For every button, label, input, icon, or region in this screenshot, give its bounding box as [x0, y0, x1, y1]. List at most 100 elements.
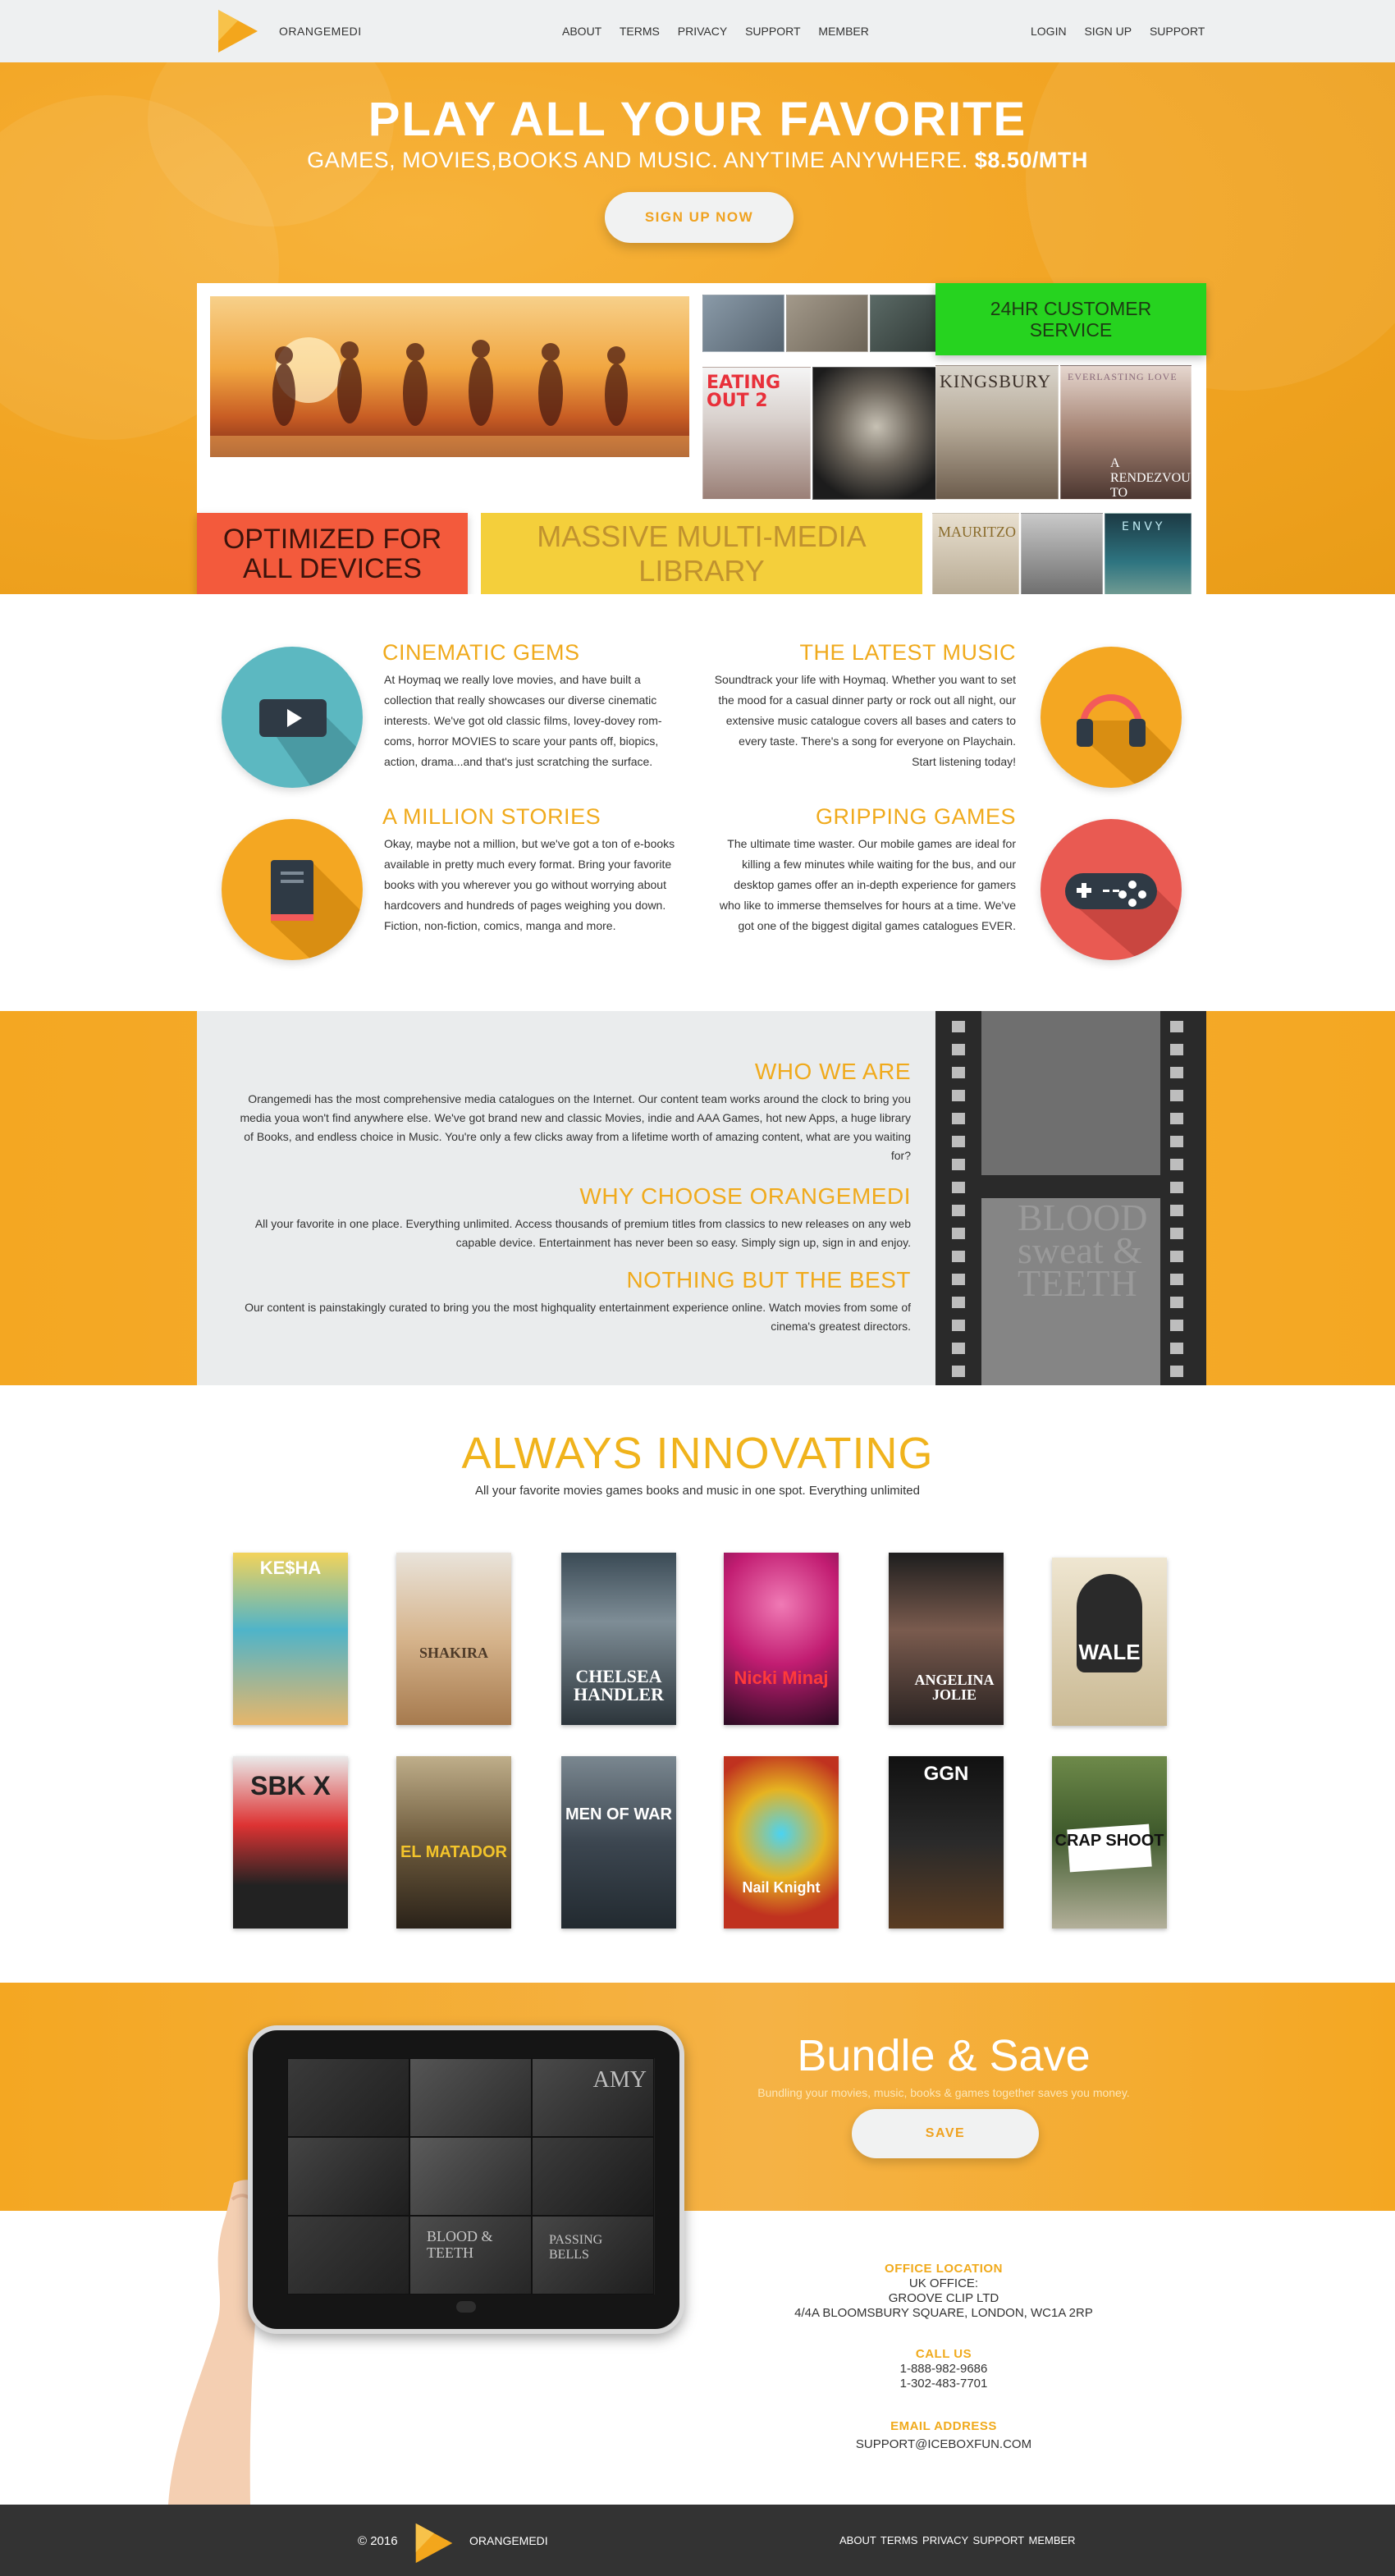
signup-now-button[interactable]: SIGN UP NOW	[605, 192, 794, 243]
play-logo-icon[interactable]	[215, 8, 261, 54]
album-cover-chelsea-handler[interactable]: CHELSEA HANDLER	[561, 1553, 676, 1725]
movie-poster[interactable]	[870, 295, 939, 352]
album-cover-kesha[interactable]: KE$HA	[233, 1553, 348, 1725]
email-block: EMAIL ADDRESS SUPPORT@ICEBOXFUN.COM	[739, 2419, 1149, 2452]
tablet-tile[interactable]	[532, 2137, 654, 2216]
tablet-tile[interactable]: AMY	[532, 2058, 654, 2137]
customer-service-label: 24HR CUSTOMER SERVICE	[990, 298, 1152, 341]
poster-kingsbury[interactable]: KINGSBURY	[935, 365, 1059, 500]
nav-link-terms[interactable]: TERMS	[620, 25, 660, 38]
call-us-block: CALL US 1-888-982-9686 1-302-483-7701	[739, 2347, 1149, 2391]
cover-title: EL MATADOR	[400, 1843, 507, 1861]
tablet-home-button[interactable]	[456, 2301, 476, 2313]
game-cover-nail-knight[interactable]: Nail Knight	[724, 1756, 839, 1929]
about-section: WHO WE ARE Orangemedi has the most compr…	[0, 1011, 1395, 1385]
feature-title-books: A MILLION STORIES	[382, 804, 601, 829]
tablet-device: AMY BLOOD & TEETH PASSING BELLS	[248, 2025, 684, 2334]
poster-title: EVERLASTING LOVE	[1068, 371, 1178, 382]
film-sprocket-hole	[1170, 1297, 1183, 1308]
email-address[interactable]: SUPPORT@ICEBOXFUN.COM	[739, 2437, 1149, 2452]
media-library-label: MASSIVE MULTI-MEDIA LIBRARY	[537, 519, 867, 588]
why-choose-text: All your favorite in one place. Everythi…	[254, 1217, 911, 1249]
poster-mauritzo[interactable]: MAURITZO	[932, 513, 1019, 595]
album-cover-ggn[interactable]: GGN	[889, 1756, 1004, 1929]
play-logo-icon[interactable]	[413, 2521, 455, 2565]
movie-poster[interactable]	[786, 295, 868, 352]
best-text: Our content is painstakingly curated to …	[245, 1301, 911, 1333]
tablet-tile[interactable]	[287, 2137, 409, 2216]
poster-everlasting-love[interactable]: EVERLASTING LOVE A RENDEZVOUS TO REMEMBE…	[1060, 365, 1191, 500]
save-button[interactable]: SAVE	[852, 2109, 1039, 2158]
book-feature-icon	[222, 819, 363, 960]
features-section: CINEMATIC GEMS At Hoymaq we really love …	[0, 594, 1395, 1011]
gamepad-feature-icon	[1041, 819, 1182, 960]
footer-brand[interactable]: ORANGEMEDI	[469, 2534, 548, 2547]
office-line: 4/4A BLOOMSBURY SQUARE, LONDON, WC1A 2RP	[794, 2306, 1093, 2320]
nav-link-support-right[interactable]: SUPPORT	[1150, 25, 1205, 38]
film-sprocket-hole	[1170, 1182, 1183, 1193]
brand-name[interactable]: ORANGEMEDI	[279, 25, 362, 38]
film-sprocket-hole	[1170, 1067, 1183, 1078]
film-sprocket-hole	[1170, 1136, 1183, 1147]
phone-number[interactable]: 1-888-982-9686	[739, 2362, 1149, 2377]
optimized-devices-label: OPTIMIZED FOR ALL DEVICES	[222, 524, 442, 584]
nav-link-login[interactable]: LOGIN	[1031, 25, 1067, 38]
poster-envy[interactable]: ENVY	[1105, 513, 1191, 595]
film-poster-title: BLOOD sweat & TEETH	[1018, 1196, 1148, 1304]
film-sprocket-hole	[952, 1090, 965, 1101]
tablet-tile-title: PASSING BELLS	[549, 2233, 603, 2262]
poster-title: MAURITZO	[938, 524, 1016, 540]
nav-link-member[interactable]: MEMBER	[818, 25, 868, 38]
cover-title: CRAP SHOOT	[1054, 1832, 1164, 1850]
game-cover-el-matador[interactable]: EL MATADOR	[396, 1756, 511, 1929]
feature-text-books: Okay, maybe not a million, but we've got…	[384, 837, 675, 932]
movie-poster[interactable]	[702, 295, 784, 352]
poster-eating-out-2[interactable]: EATING OUT 2	[702, 367, 811, 500]
office-location-label: OFFICE LOCATION	[885, 2262, 1003, 2276]
tablet-tile[interactable]	[409, 2058, 532, 2137]
nav-link-about[interactable]: ABOUT	[562, 25, 601, 38]
tablet-tile[interactable]	[409, 2137, 532, 2216]
hero-subtitle: GAMES, MOVIES,BOOKS AND MUSIC. ANYTIME A…	[0, 148, 1395, 173]
tablet-tile[interactable]	[287, 2216, 409, 2295]
poster-skull[interactable]	[812, 367, 940, 500]
nav-link-privacy[interactable]: PRIVACY	[678, 25, 727, 38]
film-sprocket-hole	[1170, 1228, 1183, 1239]
tablet-tile-title: AMY	[592, 2067, 647, 2093]
who-we-are-title: WHO WE ARE	[754, 1059, 911, 1084]
film-sprocket-hole	[952, 1182, 965, 1193]
film-sprocket-hole	[1170, 1343, 1183, 1354]
hero-title: PLAY ALL YOUR FAVORITE	[368, 93, 1027, 146]
album-cover-shakira[interactable]: SHAKIRA	[396, 1553, 511, 1725]
tablet-tile[interactable]	[287, 2058, 409, 2137]
album-cover-nicki-minaj[interactable]: Nicki Minaj	[724, 1553, 839, 1725]
feature-title-movies: CINEMATIC GEMS	[382, 640, 580, 665]
film-sprocket-hole	[952, 1251, 965, 1262]
media-library-tile: MASSIVE MULTI-MEDIA LIBRARY	[481, 513, 922, 595]
nav-link-signup[interactable]: SIGN UP	[1084, 25, 1132, 38]
album-cover-angelina-jolie[interactable]: ANGELINA JOLIE	[889, 1553, 1004, 1725]
tablet-tile[interactable]: PASSING BELLS	[532, 2216, 654, 2295]
innovating-subtitle: All your favorite movies games books and…	[475, 1484, 920, 1498]
who-we-are-text: Orangemedi has the most comprehensive me…	[240, 1092, 911, 1162]
bundle-subtitle: Bundling your movies, music, books & gam…	[757, 2086, 1130, 2099]
movie-feature-icon	[222, 647, 363, 788]
poster-title: ENVY	[1122, 520, 1166, 533]
film-sprocket-hole	[952, 1113, 965, 1124]
film-sprocket-hole	[952, 1274, 965, 1285]
cover-title: SHAKIRA	[418, 1645, 488, 1661]
movie-poster[interactable]	[1021, 513, 1103, 595]
nav-link-support[interactable]: SUPPORT	[745, 25, 800, 38]
office-location-block: OFFICE LOCATION UK OFFICE: GROOVE CLIP L…	[739, 2262, 1149, 2321]
footer-links[interactable]: ABOUT TERMS PRIVACY SUPPORT MEMBER	[839, 2534, 1076, 2546]
game-cover-sbk[interactable]: SBK X	[233, 1756, 348, 1929]
film-sprocket-hole	[952, 1297, 965, 1308]
game-cover-men-of-war[interactable]: MEN OF WAR	[561, 1756, 676, 1929]
cover-title: KE$HA	[259, 1558, 322, 1578]
dvd-cover-crap-shoot[interactable]: CRAP SHOOT	[1052, 1756, 1167, 1929]
film-sprocket-hole	[1170, 1274, 1183, 1285]
album-cover-wale[interactable]: WALE	[1052, 1558, 1167, 1726]
cover-title: Nicki Minaj	[734, 1668, 829, 1688]
tablet-tile[interactable]: BLOOD & TEETH	[409, 2216, 532, 2295]
phone-number[interactable]: 1-302-483-7701	[739, 2377, 1149, 2391]
